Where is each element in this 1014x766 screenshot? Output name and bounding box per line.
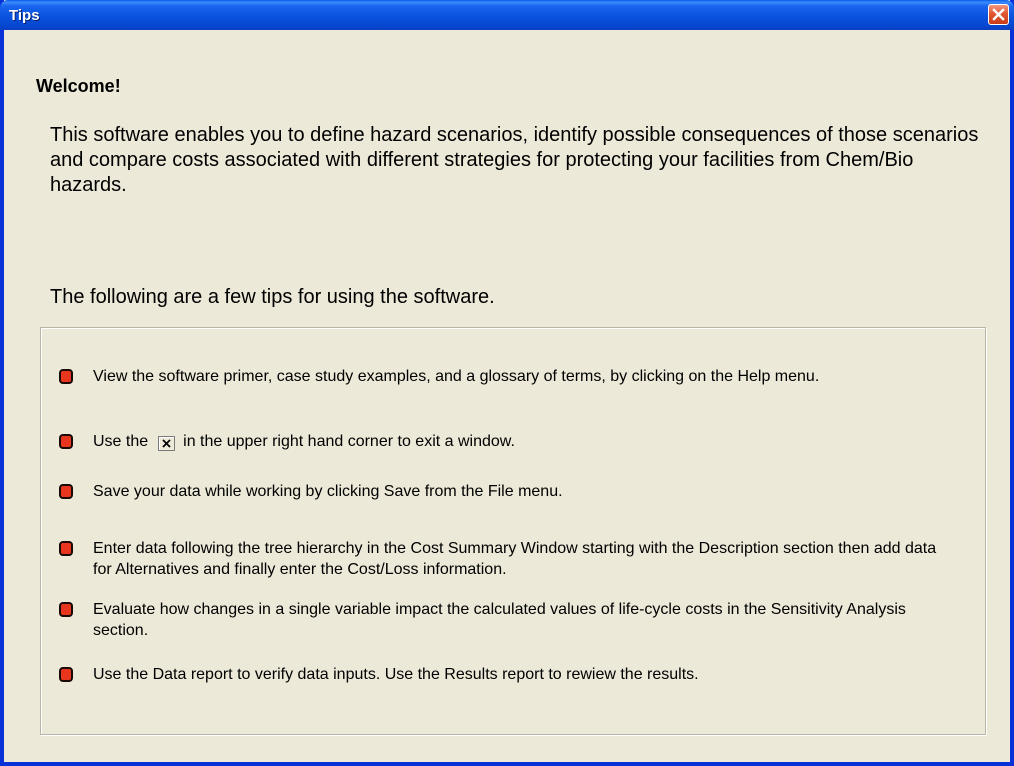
tip-text-before: Use the [93,433,149,450]
tip-text: Evaluate how changes in a single variabl… [93,601,906,639]
bullet-icon [59,541,73,556]
tip-text: Enter data following the tree hierarchy … [93,540,937,578]
tip-text: Use the in the upper right hand corner to… [93,431,953,452]
bullet-icon [59,369,73,384]
intro-paragraph: This software enables you to define haza… [50,124,979,196]
welcome-heading: Welcome! [36,76,121,96]
bullet-icon [59,667,73,682]
tip-text: Use the Data report to verify data input… [93,666,699,683]
bullet-icon [59,602,73,617]
window-title: Tips [9,7,40,24]
title-bar[interactable]: Tips [0,0,1014,30]
dialog-content: Welcome! This software enables you to de… [4,30,1010,762]
bullet-icon [59,434,73,449]
tip-text: View the software primer, case study exa… [93,368,820,385]
close-icon [158,436,176,451]
tip-text: Save your data while working by clicking… [93,483,563,500]
close-icon [992,8,1005,21]
tips-heading: The following are a few tips for using t… [50,286,495,308]
tip-text-after: in the upper right hand corner to exit a… [183,433,515,450]
tips-panel: View the software primer, case study exa… [40,327,986,735]
tips-dialog: Tips Welcome! This software enables you … [0,0,1014,766]
bullet-icon [59,484,73,499]
close-button[interactable] [988,4,1009,25]
